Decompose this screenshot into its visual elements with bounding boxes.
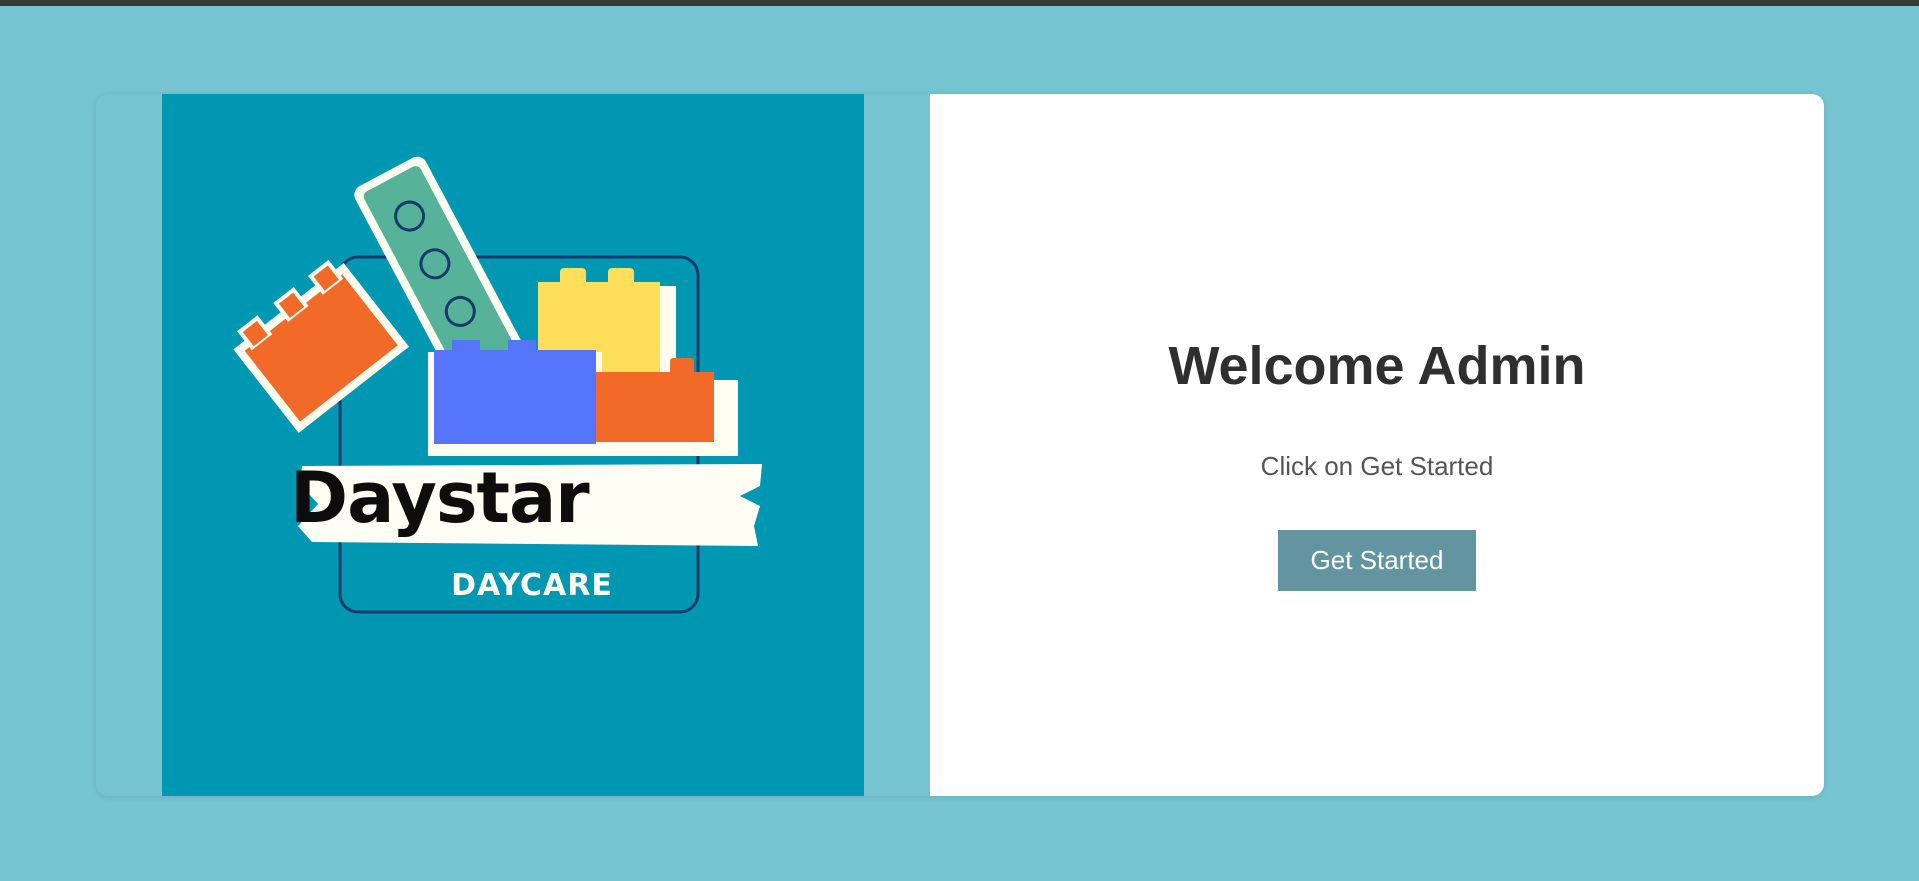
brand-name: Daystar: [290, 457, 590, 539]
browser-top-bar: [0, 0, 1919, 6]
welcome-panel: Welcome Admin Click on Get Started Get S…: [930, 94, 1824, 796]
welcome-subtitle: Click on Get Started: [1260, 451, 1494, 481]
welcome-card: Daystar DAYCARE Welcome Admin Click on G…: [96, 94, 1824, 796]
get-started-button[interactable]: Get Started: [1278, 530, 1476, 591]
daystar-logo-panel: Daystar DAYCARE: [162, 94, 864, 796]
welcome-title: Welcome Admin: [1168, 336, 1586, 396]
brand-tagline: DAYCARE: [451, 568, 613, 603]
daystar-logo: [233, 156, 762, 614]
